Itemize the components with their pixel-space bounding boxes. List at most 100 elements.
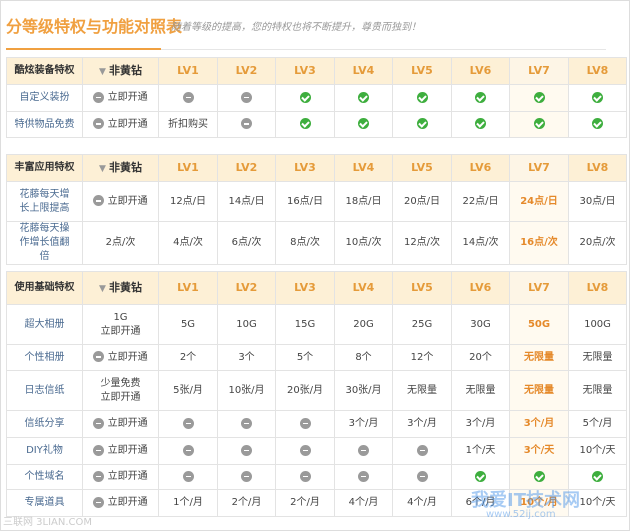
cell-value: 5G <box>180 318 196 330</box>
cell-value: 少量免费 <box>100 377 141 389</box>
cell: 20张/月 <box>275 370 335 411</box>
cell-value: 无限量 <box>465 384 496 396</box>
cell-value: 5个 <box>296 351 314 363</box>
column-lv8: LV8 <box>568 154 627 182</box>
cell-value: 1G <box>113 311 128 323</box>
cell <box>217 84 276 112</box>
cell: 20个 <box>451 344 510 371</box>
diamond-icon: ▼ <box>98 163 110 174</box>
level-label: LV3 <box>294 64 316 77</box>
row-label: 个性域名 <box>6 464 83 490</box>
activate-now-link[interactable]: 立即开通 <box>93 470 148 482</box>
cell: 立即开通 <box>82 181 159 222</box>
level-label: LV6 <box>469 161 492 174</box>
available-check-icon <box>299 118 311 129</box>
cell-value: 10点/次 <box>345 237 382 248</box>
cell-value: 无限量 <box>524 384 554 396</box>
cell <box>158 410 218 438</box>
cell <box>275 437 335 465</box>
activate-now-label: 立即开通 <box>107 195 148 207</box>
cell: 14点/次 <box>451 221 510 265</box>
cell-value: 5个/月 <box>582 418 613 429</box>
activate-now-link[interactable]: 立即开通 <box>93 195 148 207</box>
cell: 12个 <box>392 344 452 371</box>
cell <box>275 84 335 112</box>
activate-now-link[interactable]: 立即开通 <box>93 351 148 363</box>
cell-value: 2点/次 <box>105 237 136 248</box>
available-check-icon <box>416 118 428 129</box>
cell-value: 无限量 <box>582 384 613 396</box>
activate-now-link[interactable]: 立即开通 <box>93 417 148 429</box>
column-lv7: LV7 <box>509 154 569 182</box>
activate-now-label: 立即开通 <box>107 418 148 429</box>
section-title-text: 使用基础特权 <box>14 282 75 293</box>
watermark-3lian: 三联网 3LIAN.COM <box>3 517 93 528</box>
available-check-icon <box>475 118 486 129</box>
cell: 4点/次 <box>158 221 218 265</box>
cell <box>392 111 452 138</box>
activate-now-link[interactable]: 立即开通 <box>93 444 148 456</box>
cell: 3个 <box>217 344 276 371</box>
cell: 无限量 <box>568 344 627 371</box>
available-check-icon <box>299 91 311 103</box>
activate-now-link[interactable]: 立即开通 <box>101 392 141 403</box>
cell: 少量免费 立即开通 <box>82 370 159 411</box>
row-label-text: 超大相册 <box>24 318 65 330</box>
column-lv8: LV8 <box>568 271 627 305</box>
cell <box>392 464 452 490</box>
cell: 14点/日 <box>217 181 276 222</box>
row-label-text: 特供物品免费 <box>14 118 75 130</box>
row-label-text: 个性相册 <box>24 351 65 363</box>
cell <box>275 464 335 490</box>
cell-value: 15G <box>294 318 316 330</box>
column-lv6: LV6 <box>451 271 510 305</box>
cell <box>509 111 569 138</box>
level-label: LV8 <box>586 64 609 77</box>
row-label: 日志信纸 <box>6 370 83 411</box>
table-header-row: 酷炫装备特权 ▼ 非黄钻 LV1 LV2 LV3 LV4 LV5 LV6 LV7 LV8 <box>6 57 627 85</box>
page-subtitle: 随着等级的提高，您的特权也将不断提升，尊贵而独到！ <box>171 22 421 33</box>
level-label: LV2 <box>235 281 258 294</box>
not-available-icon <box>182 417 194 429</box>
cell: 1个/月 <box>158 489 218 517</box>
row-label-text: 信纸分享 <box>24 418 65 429</box>
available-check-icon <box>358 118 369 129</box>
cell-value: 20G <box>353 318 374 330</box>
page-title: 分等级特权与功能对照表 <box>6 17 183 36</box>
cell: 20点/次 <box>568 221 627 265</box>
cell-value: 3个 <box>238 351 255 363</box>
activate-now-link[interactable]: 立即开通 <box>93 118 148 130</box>
level-label: LV4 <box>352 281 375 294</box>
cell: 3个/天 <box>509 437 569 465</box>
cell: 立即开通 <box>82 111 159 138</box>
cell-value: 10G <box>236 318 257 330</box>
activate-now-label: 立即开通 <box>107 471 148 482</box>
cell: 2点/次 <box>82 221 159 265</box>
cell-value: 5张/月 <box>173 384 203 396</box>
level-label: LV5 <box>411 161 433 174</box>
cell-value: 10张/月 <box>228 384 265 396</box>
section-title-text: 酷炫装备特权 <box>14 65 75 76</box>
activate-now-link[interactable]: 立即开通 <box>93 496 148 508</box>
row-label-text: 花藤每天操作增长值翻倍 <box>19 223 70 262</box>
cell <box>158 464 218 490</box>
activate-now-link[interactable]: 立即开通 <box>93 91 148 103</box>
cell: 22点/日 <box>451 181 510 222</box>
cell-value: 3个/月 <box>465 418 496 429</box>
level-label: LV7 <box>528 281 550 294</box>
cell: 2个/月 <box>217 489 276 517</box>
cell-value: 20张/月 <box>286 384 324 396</box>
cell: 4个/月 <box>392 489 452 517</box>
column-non-yellow-label: 非黄钻 <box>109 63 143 77</box>
activate-now-link[interactable]: 立即开通 <box>101 326 141 337</box>
column-lv7: LV7 <box>509 271 569 305</box>
not-available-icon <box>241 444 252 456</box>
cell: 12点/日 <box>158 181 218 222</box>
cell <box>334 437 393 465</box>
table-row: 特供物品免费 立即开通 折扣购买 <box>6 111 627 138</box>
row-label: 花藤每天增长上限提高 <box>6 181 83 222</box>
column-lv1: LV1 <box>158 57 218 85</box>
level-label: LV4 <box>352 64 375 77</box>
cell: 10G <box>217 304 276 345</box>
row-label-text: DIY礼物 <box>26 445 63 456</box>
